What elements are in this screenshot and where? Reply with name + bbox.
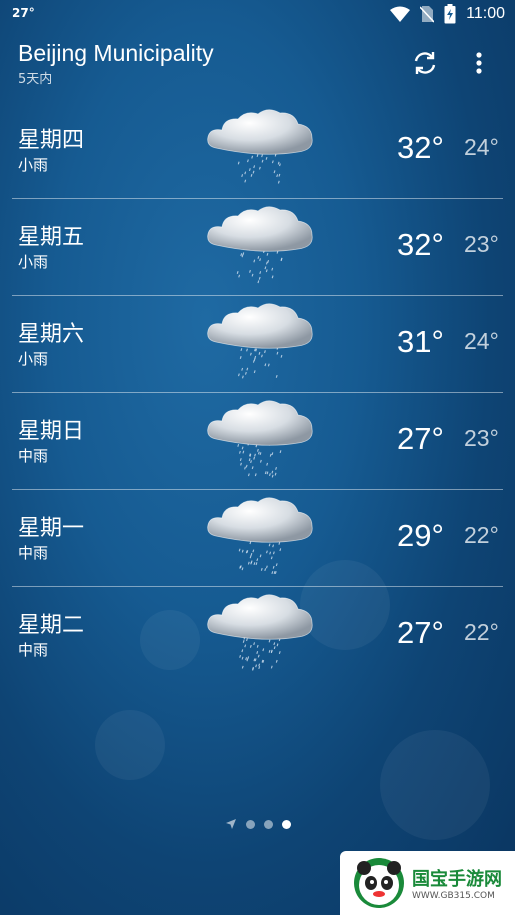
panda-logo-icon: [354, 858, 404, 908]
forecast-row[interactable]: 星期日 中雨 27° 23°: [12, 393, 503, 490]
high-temperature: 27°: [397, 421, 444, 456]
forecast-row[interactable]: 星期五 小雨 32° 23°: [12, 199, 503, 296]
low-temperature: 24°: [464, 328, 499, 354]
location-arrow-icon[interactable]: [225, 818, 237, 830]
page-dot[interactable]: [281, 819, 291, 829]
battery-charging-icon: [444, 4, 456, 24]
condition-label: 中雨: [18, 544, 49, 562]
day-label: 星期二: [18, 613, 85, 638]
forecast-row[interactable]: 星期二 中雨 27° 22°: [12, 587, 503, 683]
low-temperature: 22°: [464, 619, 499, 645]
status-time: 11:00: [466, 5, 505, 22]
overflow-menu-button[interactable]: [466, 48, 492, 78]
day-label: 星期一: [18, 516, 85, 541]
low-temperature: 22°: [464, 522, 499, 548]
moderate-rain-icon: [207, 400, 313, 478]
condition-label: 小雨: [18, 156, 49, 174]
status-bar: 27° 11:00: [0, 0, 515, 30]
high-temperature: 32°: [397, 227, 444, 262]
status-icons: 11:00: [390, 4, 505, 24]
no-sim-icon: [420, 6, 435, 23]
high-temperature: 32°: [397, 130, 444, 165]
low-temperature: 24°: [464, 134, 499, 160]
condition-label: 中雨: [18, 447, 49, 465]
light-rain-icon: [207, 303, 313, 379]
refresh-button[interactable]: [410, 48, 440, 78]
day-label: 星期五: [18, 225, 85, 250]
low-temperature: 23°: [464, 231, 499, 257]
light-rain-icon: [207, 109, 313, 184]
day-label: 星期六: [18, 322, 85, 347]
forecast-list: 星期四 小雨 32° 24° 星期五 小雨 32° 23° 星期六 小雨 31°…: [0, 102, 515, 683]
condition-label: 中雨: [18, 641, 49, 659]
page-dot[interactable]: [245, 819, 255, 829]
page-dots: [245, 819, 291, 829]
status-temperature: 27°: [12, 6, 35, 20]
low-temperature: 23°: [464, 425, 499, 451]
forecast-row[interactable]: 星期六 小雨 31° 24°: [12, 296, 503, 393]
day-label: 星期四: [18, 128, 85, 153]
header: Beijing Municipality 5天内: [0, 40, 515, 90]
high-temperature: 29°: [397, 518, 444, 553]
refresh-icon: [414, 52, 436, 74]
high-temperature: 27°: [397, 615, 444, 650]
more-vertical-icon: [476, 52, 482, 74]
condition-label: 小雨: [18, 253, 49, 271]
forecast-row[interactable]: 星期四 小雨 32° 24°: [12, 102, 503, 199]
site-watermark: 国宝手游网 WWW.GB315.COM: [340, 851, 515, 915]
page-dot[interactable]: [263, 819, 273, 829]
day-label: 星期日: [18, 419, 85, 444]
moderate-rain-icon: [207, 594, 313, 671]
background-bokeh: [95, 710, 165, 780]
page-indicator: [0, 818, 515, 830]
watermark-title: 国宝手游网: [412, 869, 502, 890]
forecast-row[interactable]: 星期一 中雨 29° 22°: [12, 490, 503, 587]
city-name: Beijing Municipality: [18, 40, 214, 66]
wifi-icon: [390, 6, 411, 22]
forecast-range-label: 5天内: [18, 72, 53, 87]
condition-label: 小雨: [18, 350, 49, 368]
light-rain-icon: [207, 206, 313, 284]
moderate-rain-icon: [207, 497, 313, 575]
watermark-url: WWW.GB315.COM: [412, 891, 495, 901]
high-temperature: 31°: [397, 324, 444, 359]
